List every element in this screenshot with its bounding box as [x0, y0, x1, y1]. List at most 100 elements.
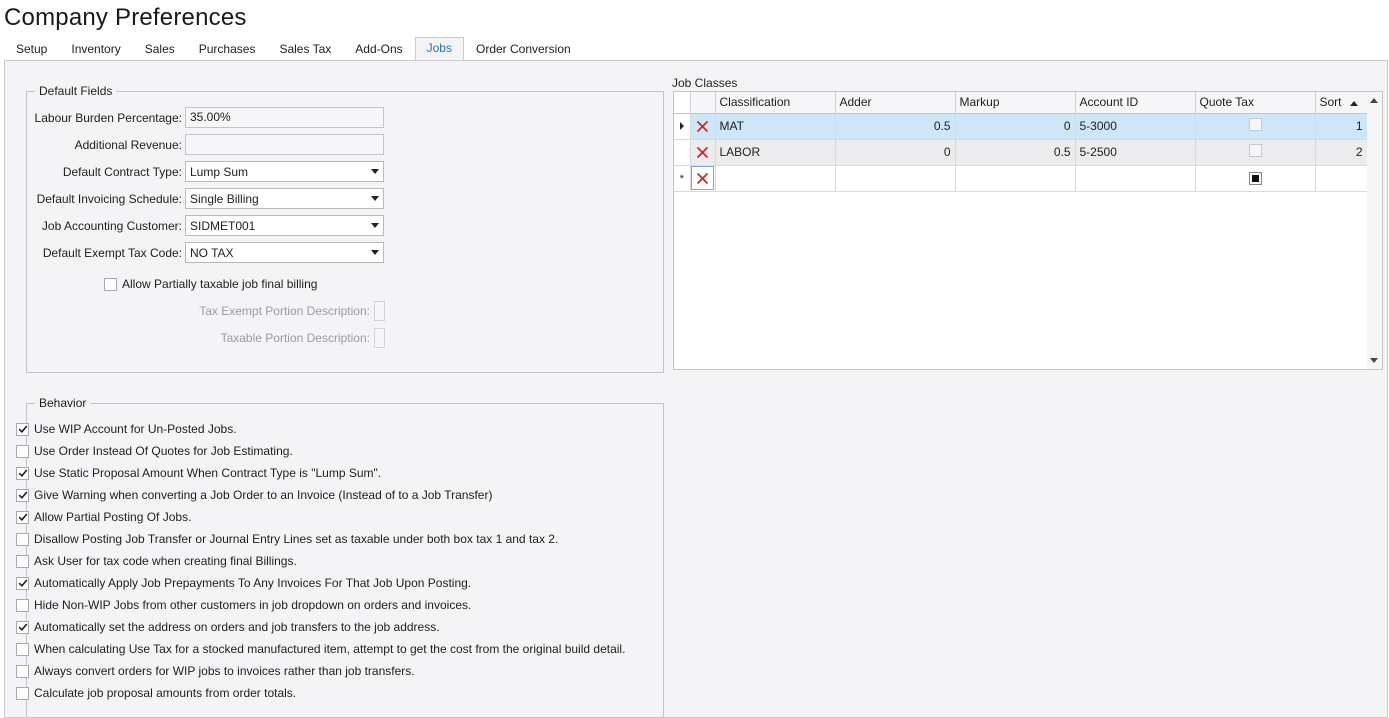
behavior-checkbox[interactable] — [16, 422, 29, 436]
cell-quote-tax[interactable] — [1195, 139, 1316, 166]
behavior-option[interactable]: Hide Non-WIP Jobs from other customers i… — [16, 596, 471, 614]
tab-setup[interactable]: Setup — [4, 38, 59, 60]
behavior-label: Allow Partial Posting Of Jobs. — [34, 510, 192, 524]
grid-body: MAT 0.5 0 5-3000 1 LABOR 0 0.5 5-2500 2 * — [674, 113, 1368, 192]
behavior-checkbox[interactable] — [16, 466, 29, 480]
behavior-checkbox[interactable] — [16, 642, 29, 656]
table-row[interactable]: MAT 0.5 0 5-3000 1 — [674, 113, 1368, 140]
cell-sort[interactable]: 1 — [1315, 113, 1368, 140]
default-fields-legend: Default Fields — [39, 84, 113, 98]
table-row[interactable]: LABOR 0 0.5 5-2500 2 — [674, 139, 1368, 166]
behavior-option[interactable]: Calculate job proposal amounts from orde… — [16, 684, 296, 702]
allow-partial-taxable-row[interactable]: Allow Partially taxable job final billin… — [104, 277, 317, 291]
cell-markup[interactable]: 0 — [955, 113, 1076, 140]
chevron-down-icon — [371, 223, 379, 228]
cell-sort[interactable] — [1315, 165, 1368, 192]
behavior-checkbox[interactable] — [16, 532, 29, 546]
behavior-legend: Behavior — [39, 396, 87, 410]
behavior-checkbox[interactable] — [16, 576, 29, 590]
column-header-quote-tax[interactable]: Quote Tax — [1195, 92, 1316, 114]
column-header-account-id[interactable]: Account ID — [1075, 92, 1196, 114]
behavior-checkbox[interactable] — [16, 620, 29, 634]
additional-revenue-field[interactable] — [185, 134, 384, 155]
cell-quote-tax[interactable] — [1195, 113, 1316, 140]
behavior-option[interactable]: Use WIP Account for Un-Posted Jobs. — [16, 420, 237, 438]
tab-inventory[interactable]: Inventory — [59, 38, 132, 60]
behavior-checkbox[interactable] — [16, 488, 29, 502]
behavior-checkbox[interactable] — [16, 686, 29, 700]
tab-order-conversion[interactable]: Order Conversion — [464, 38, 583, 60]
cell-quote-tax[interactable] — [1195, 165, 1316, 192]
behavior-option[interactable]: Disallow Posting Job Transfer or Journal… — [16, 530, 558, 548]
row-header[interactable]: * — [674, 165, 691, 192]
delete-icon[interactable] — [696, 120, 709, 133]
quote-tax-checkbox[interactable] — [1248, 172, 1262, 185]
scroll-up-icon[interactable] — [1370, 98, 1378, 103]
new-row[interactable]: * — [674, 165, 1368, 192]
invoicing-schedule-select[interactable]: Single Billing — [185, 188, 384, 209]
checkmark-icon — [18, 623, 27, 631]
row-header[interactable] — [674, 139, 691, 166]
column-header-adder[interactable]: Adder — [835, 92, 956, 114]
behavior-label: Automatically set the address on orders … — [34, 620, 440, 634]
tab-sales-tax[interactable]: Sales Tax — [267, 38, 343, 60]
contract-type-select[interactable]: Lump Sum — [185, 161, 384, 182]
behavior-option[interactable]: Automatically Apply Job Prepayments To A… — [16, 574, 471, 592]
column-header-markup[interactable]: Markup — [955, 92, 1076, 114]
window-title: Company Preferences — [4, 4, 247, 31]
cell-account-id[interactable]: 5-3000 — [1075, 113, 1196, 140]
allow-partial-taxable-checkbox[interactable] — [104, 277, 117, 291]
tax-exempt-desc-field[interactable] — [374, 301, 385, 321]
delete-row-cell[interactable] — [690, 113, 716, 140]
cell-account-id[interactable] — [1075, 165, 1196, 192]
cell-account-id[interactable]: 5-2500 — [1075, 139, 1196, 166]
additional-revenue-label: Additional Revenue: — [74, 137, 182, 152]
behavior-option[interactable]: Ask User for tax code when creating fina… — [16, 552, 297, 570]
exempt-tax-code-select[interactable]: NO TAX — [185, 242, 384, 263]
cell-classification[interactable] — [715, 165, 836, 192]
delete-row-cell[interactable] — [690, 139, 716, 166]
behavior-option[interactable]: Allow Partial Posting Of Jobs. — [16, 508, 191, 526]
cell-adder[interactable] — [835, 165, 956, 192]
delete-icon[interactable] — [696, 172, 709, 185]
delete-row-cell[interactable] — [690, 165, 716, 192]
behavior-checkbox[interactable] — [16, 444, 29, 458]
column-header-sort[interactable]: Sort — [1315, 92, 1368, 114]
labour-burden-field[interactable]: 35.00% — [185, 107, 384, 128]
behavior-option[interactable]: Always convert orders for WIP jobs to in… — [16, 662, 415, 680]
behavior-label: Calculate job proposal amounts from orde… — [34, 686, 297, 700]
row-header[interactable] — [674, 113, 691, 140]
cell-classification[interactable]: MAT — [715, 113, 836, 140]
behavior-option[interactable]: When calculating Use Tax for a stocked m… — [16, 640, 625, 658]
behavior-option[interactable]: Use Order Instead Of Quotes for Job Esti… — [16, 442, 293, 460]
cell-adder[interactable]: 0.5 — [835, 113, 956, 140]
behavior-option[interactable]: Automatically set the address on orders … — [16, 618, 440, 636]
behavior-checkbox[interactable] — [16, 664, 29, 678]
behavior-checkbox[interactable] — [16, 554, 29, 568]
grid-vertical-scrollbar[interactable] — [1367, 92, 1382, 369]
column-header-classification[interactable]: Classification — [715, 92, 836, 114]
tab-sales[interactable]: Sales — [133, 38, 187, 60]
tab-purchases[interactable]: Purchases — [187, 38, 268, 60]
cell-markup[interactable] — [955, 165, 1076, 192]
delete-icon[interactable] — [696, 146, 709, 159]
behavior-option[interactable]: Use Static Proposal Amount When Contract… — [16, 464, 381, 482]
tab-jobs[interactable]: Jobs — [414, 37, 464, 60]
behavior-checkbox[interactable] — [16, 510, 29, 524]
behavior-checkbox[interactable] — [16, 598, 29, 612]
grid-header-row: Classification Adder Markup Account ID Q… — [674, 92, 1368, 114]
behavior-option[interactable]: Give Warning when converting a Job Order… — [16, 486, 492, 504]
checkmark-icon — [18, 425, 27, 433]
delete-column-header — [690, 92, 716, 114]
quote-tax-checkbox[interactable] — [1248, 144, 1262, 157]
cell-sort[interactable]: 2 — [1315, 139, 1368, 166]
cell-markup[interactable]: 0.5 — [955, 139, 1076, 166]
taxable-desc-field[interactable] — [374, 328, 385, 348]
quote-tax-checkbox[interactable] — [1248, 118, 1262, 131]
cell-adder[interactable]: 0 — [835, 139, 956, 166]
cell-classification[interactable]: LABOR — [715, 139, 836, 166]
tab-add-ons[interactable]: Add-Ons — [343, 38, 414, 60]
checkmark-icon — [18, 469, 27, 477]
scroll-down-icon[interactable] — [1370, 358, 1378, 363]
accounting-customer-select[interactable]: SIDMET001 — [185, 215, 384, 236]
